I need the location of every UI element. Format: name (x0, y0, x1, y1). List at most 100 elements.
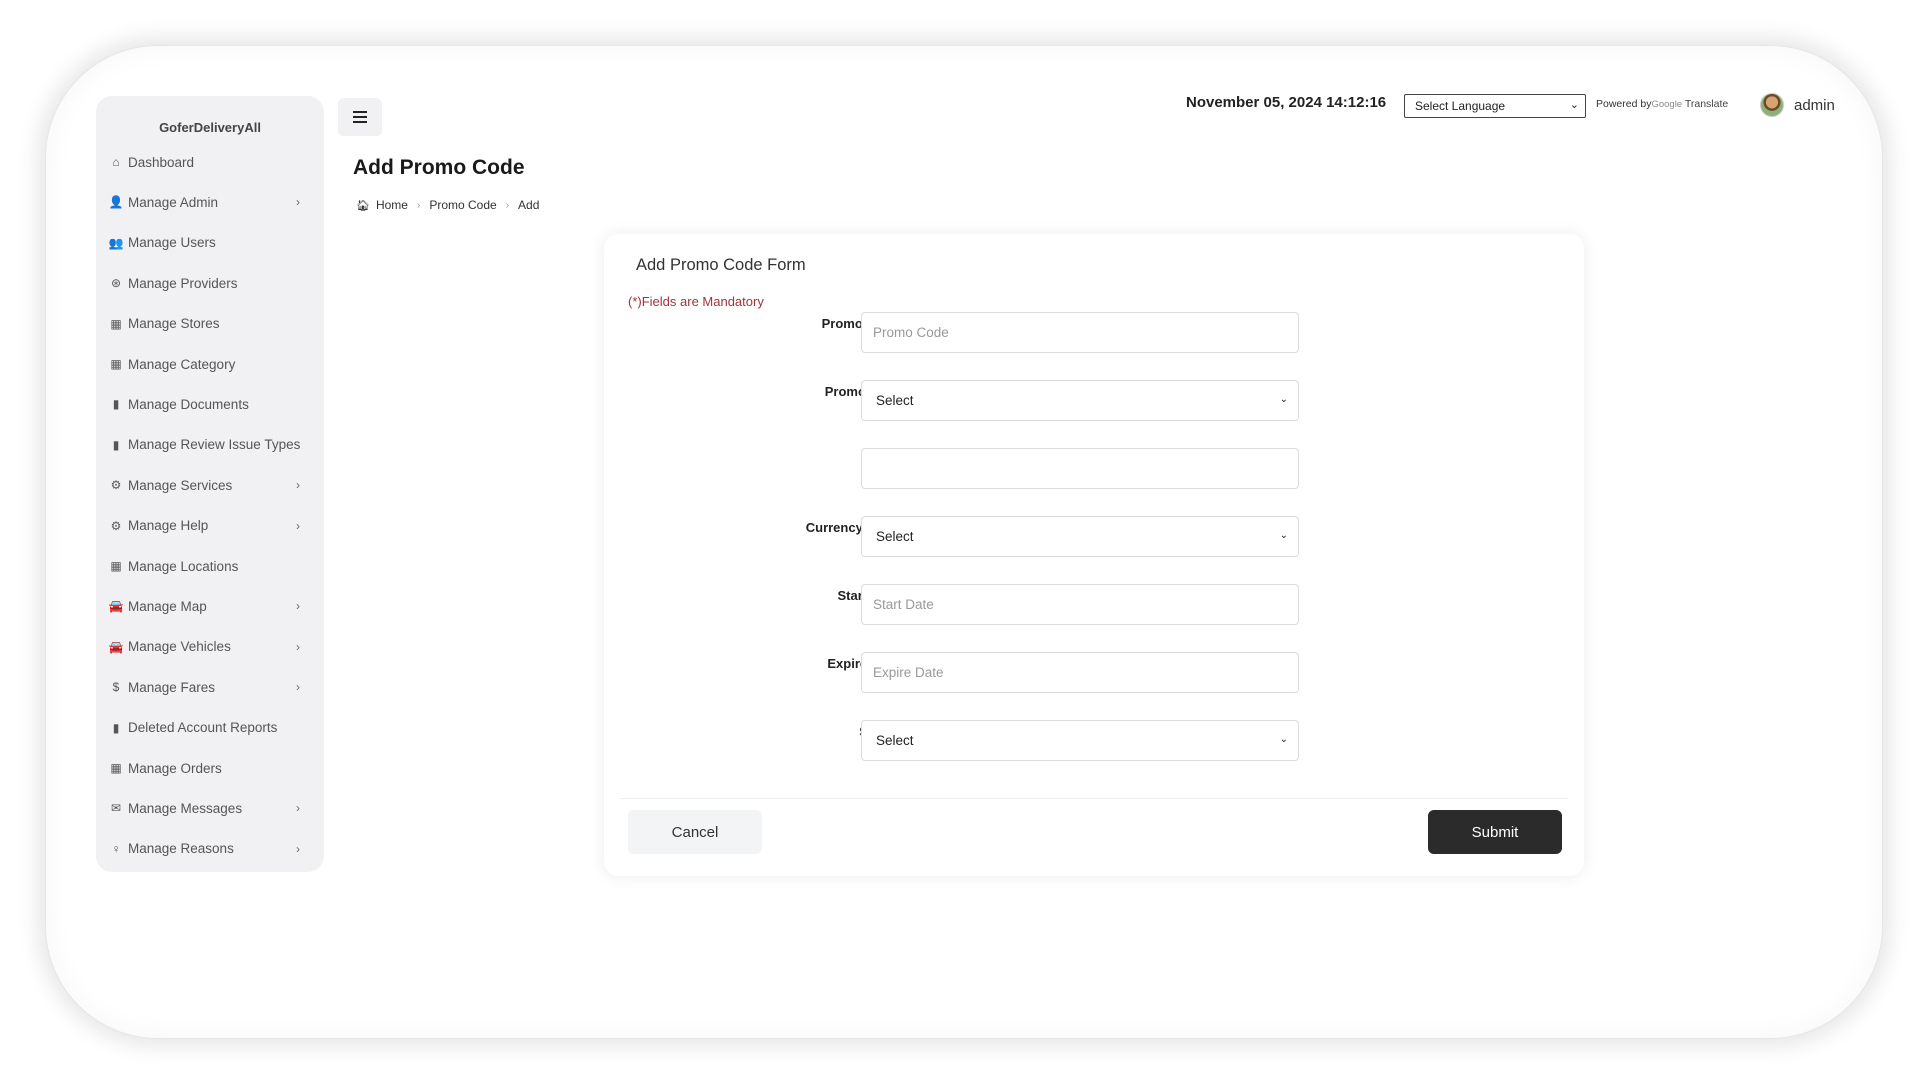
breadcrumb-separator: › (416, 199, 421, 211)
brand-name: GoferDeliveryAll (159, 120, 261, 135)
chevron-down-icon: ⌄ (1279, 394, 1288, 405)
sidebar-item-deleted-account-reports[interactable]: ▮ Deleted Account Reports (108, 716, 312, 740)
chevron-right-icon: › (296, 599, 300, 614)
chevron-right-icon: › (296, 518, 300, 533)
car-icon: 🚘 (108, 639, 124, 654)
hamburger-icon (353, 111, 367, 123)
chevron-down-icon: ⌄ (1279, 734, 1288, 745)
sidebar-item-label: Deleted Account Reports (128, 720, 278, 736)
sidebar-item-manage-admin[interactable]: 👤 Manage Admin › (108, 190, 312, 214)
map-icon: ▦ (110, 559, 122, 573)
sidebar-item-manage-help[interactable]: ⚙ Manage Help › (108, 514, 312, 538)
car-icon: 🚘 (108, 599, 124, 614)
user-avatar[interactable] (1760, 93, 1784, 117)
cancel-button[interactable]: Cancel (628, 810, 762, 854)
book-icon: ▮ (112, 397, 120, 412)
currency-code-select-value: Select (876, 529, 914, 544)
dashboard-icon: 🏠︎ (356, 199, 370, 212)
price-input[interactable] (861, 448, 1299, 489)
sidebar-item-manage-services[interactable]: ⚙ Manage Services › (108, 473, 312, 497)
sidebar-item-manage-map[interactable]: 🚘 Manage Map › (108, 594, 312, 618)
sidebar-item-manage-locations[interactable]: ▦ Manage Locations (108, 554, 312, 578)
language-select[interactable]: Select Language ⌄ (1404, 94, 1586, 118)
page-title: Add Promo Code (353, 156, 525, 179)
powered-by-text: Powered by (1596, 98, 1652, 110)
submit-button[interactable]: Submit (1428, 810, 1562, 854)
sidebar-item-label: Dashboard (128, 154, 195, 170)
sidebar-item-label: Manage Stores (128, 316, 220, 332)
promo-type-select-value: Select (876, 393, 914, 408)
breadcrumb-home[interactable]: Home (376, 198, 408, 212)
envelope-icon: ✉ (110, 801, 122, 816)
breadcrumb-add: Add (518, 198, 540, 212)
sidebar-item-label: Manage Map (128, 598, 207, 614)
translate-link[interactable]: Translate (1685, 98, 1728, 110)
sidebar-item-manage-category[interactable]: ▦ Manage Category (108, 352, 312, 376)
mandatory-note: (*)Fields are Mandatory (628, 294, 764, 309)
start-date-input[interactable] (861, 584, 1299, 625)
promo-code-form-card: Add Promo Code Form (*)Fields are Mandat… (604, 234, 1584, 876)
form-title: Add Promo Code Form (636, 256, 806, 274)
book-icon: ▮ (112, 437, 120, 452)
sidebar-item-manage-fares[interactable]: $ Manage Fares › (108, 675, 312, 699)
map-icon: ▦ (110, 357, 122, 371)
user-name[interactable]: admin (1794, 97, 1835, 114)
dollar-icon: $ (112, 680, 120, 695)
promo-type-select[interactable]: Select ⌄ (861, 380, 1299, 421)
status-select[interactable]: Select ⌄ (861, 720, 1299, 761)
chevron-right-icon: › (296, 639, 300, 654)
currency-code-label: Currency Code* (604, 520, 904, 535)
sidebar-item-label: Manage Messages (128, 800, 243, 816)
sidebar-item-manage-vehicles[interactable]: 🚘 Manage Vehicles › (108, 635, 312, 659)
user-plus-icon: 👤 (108, 195, 124, 210)
status-label: Status* (604, 724, 904, 739)
sidebar-item-label: Manage Documents (128, 396, 249, 412)
sidebar-item-label: Manage Category (128, 356, 236, 372)
status-select-value: Select (876, 733, 914, 748)
map-icon: ▦ (110, 761, 122, 775)
promo-code-input[interactable] (861, 312, 1299, 353)
dashboard-icon: ⌂ (112, 155, 120, 169)
sidebar-item-label: Manage Vehicles (128, 639, 231, 655)
sidebar-item-manage-review-issue-types[interactable]: ▮ Manage Review Issue Types (108, 433, 312, 457)
sidebar-item-manage-orders[interactable]: ▦ Manage Orders (108, 756, 312, 780)
users-icon: 👥 (108, 235, 124, 250)
expire-date-input[interactable] (861, 652, 1299, 693)
price-label: Price* (604, 452, 904, 467)
promo-code-label: Promo Code* (604, 316, 904, 331)
sidebar-item-dashboard[interactable]: ⌂ Dashboard (108, 150, 312, 174)
sidebar: GoferDeliveryAll ⌂ Dashboard 👤 Manage Admin… (96, 96, 324, 872)
current-datetime: November 05, 2024 14:12:16 (1186, 94, 1387, 111)
breadcrumb-separator: › (505, 199, 510, 211)
menu-toggle-button[interactable] (338, 98, 382, 136)
sidebar-item-label: Manage Help (128, 518, 209, 534)
sidebar-item-manage-stores[interactable]: ▦ Manage Stores (108, 312, 312, 336)
chevron-right-icon: › (296, 195, 300, 210)
sidebar-item-manage-users[interactable]: 👥 Manage Users (108, 231, 312, 255)
form-divider (620, 798, 1568, 799)
sidebar-item-label: Manage Orders (128, 760, 222, 776)
language-select-value: Select Language (1415, 99, 1506, 113)
lightbulb-icon: ♀ (111, 841, 121, 856)
sidebar-item-manage-documents[interactable]: ▮ Manage Documents (108, 392, 312, 416)
sidebar-item-manage-providers[interactable]: ⊛ Manage Providers (108, 271, 312, 295)
start-date-label: Start Date* (604, 588, 904, 603)
expire-date-label: Expire Date* (604, 656, 904, 671)
map-icon: ▦ (110, 316, 122, 331)
chevron-down-icon: ⌄ (1279, 530, 1288, 541)
sidebar-item-manage-reasons[interactable]: ♀ Manage Reasons › (108, 837, 312, 861)
currency-code-select[interactable]: Select ⌄ (861, 516, 1299, 557)
chevron-down-icon: ⌄ (1569, 99, 1579, 111)
cogs-icon: ⚙ (110, 518, 122, 533)
sidebar-item-label: Manage Users (128, 235, 216, 251)
breadcrumb-promo-code[interactable]: Promo Code (429, 198, 496, 212)
breadcrumb: 🏠︎ Home › Promo Code › Add (356, 198, 539, 212)
chevron-right-icon: › (296, 841, 300, 856)
sidebar-item-label: Manage Fares (128, 679, 216, 695)
powered-by-google-translate: Powered byGoogle Translate (1596, 98, 1728, 110)
chevron-right-icon: › (296, 478, 300, 493)
chevron-right-icon: › (296, 801, 300, 816)
sidebar-item-manage-messages[interactable]: ✉ Manage Messages › (108, 796, 312, 820)
book-icon: ▮ (112, 720, 120, 735)
chevron-right-icon: › (296, 680, 300, 695)
